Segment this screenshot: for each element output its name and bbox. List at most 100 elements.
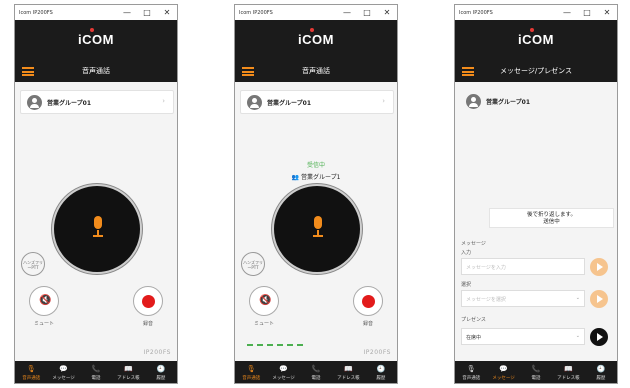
address-book-icon: 📖	[564, 365, 573, 373]
sent-message-notice: 後で折り返します。 送信中	[489, 208, 614, 228]
nav-phone[interactable]: 📞 電話	[520, 361, 552, 383]
bottom-nav: 🎙 音声通話 💬 メッセージ 📞 電話 📖 アドレス帳 🕘 履歴	[15, 361, 177, 383]
message-input[interactable]: メッセージを入力	[461, 258, 585, 275]
minimize-button[interactable]: —	[557, 5, 577, 20]
notice-status: 送信中	[543, 219, 560, 225]
mute-label: ミュート	[33, 321, 54, 327]
chat-bubble-icon: 💬	[59, 365, 68, 373]
window-title: Icom IP200FS	[239, 9, 273, 16]
mute-button[interactable]: 🔇	[29, 286, 59, 316]
close-button[interactable]: ✕	[597, 5, 617, 20]
page-title: 音声通話	[82, 67, 110, 75]
handsfree-ptt-button[interactable]: ハンズフリーPTT	[21, 252, 45, 276]
caller-name: 営業グループ1	[300, 174, 341, 181]
nav-address-book[interactable]: 📖 アドレス帳	[332, 361, 364, 383]
message-select[interactable]: メッセージを選択 ⌄	[461, 290, 585, 307]
record-icon	[362, 295, 375, 308]
page-title: メッセージ/プレゼンス	[499, 67, 573, 75]
bottom-nav: 🎙 音声通話 💬 メッセージ 📞 電話 📖 アドレス帳 🕘 履歴	[235, 361, 397, 383]
title-bar: Icom IP200FS — □ ✕	[455, 5, 617, 20]
presence-select[interactable]: 在席中 ⌄	[461, 328, 585, 345]
ptt-button[interactable]	[52, 184, 142, 274]
group-selector[interactable]: 営業グループ01 ›	[240, 90, 394, 114]
presence-label: プレゼンス	[461, 317, 486, 323]
maximize-button[interactable]: □	[577, 5, 597, 20]
send-input-button[interactable]	[590, 258, 608, 276]
microphone-icon: 🎙	[26, 365, 36, 373]
nav-address-book[interactable]: 📖 アドレス帳	[552, 361, 584, 383]
brand-logo: iCOM	[518, 32, 554, 47]
ptt-button[interactable]	[272, 184, 362, 274]
main-content: 営業グループ01 › 受信中 👥 営業グループ1 ハンズフリーPTT 🔇 ミュー…	[235, 82, 397, 361]
speaker-muted-icon: 🔇	[259, 295, 272, 306]
record-button[interactable]	[353, 286, 383, 316]
mute-label: ミュート	[253, 321, 274, 327]
history-icon: 🕘	[596, 365, 606, 373]
group-name: 営業グループ01	[267, 100, 311, 107]
microphone-icon: 🎙	[246, 365, 256, 373]
address-book-icon: 📖	[344, 365, 353, 373]
chevron-right-icon: ›	[382, 97, 385, 105]
send-select-button[interactable]	[590, 290, 608, 308]
select-placeholder: メッセージを選択	[466, 297, 506, 303]
app-window-voice-idle: Icom IP200FS — □ ✕ iCOM 音声通話 営業グループ01 › …	[14, 4, 178, 384]
chevron-down-icon: ⌄	[575, 295, 580, 301]
nav-history[interactable]: 🕘 履歴	[365, 361, 397, 383]
nav-message[interactable]: 💬 メッセージ	[267, 361, 299, 383]
presence-value: 在席中	[466, 335, 482, 341]
group-name: 営業グループ01	[47, 100, 91, 107]
page-title: 音声通話	[302, 67, 330, 75]
close-button[interactable]: ✕	[377, 5, 397, 20]
model-name: IP200FS	[363, 349, 391, 356]
minimize-button[interactable]: —	[337, 5, 357, 20]
speaker-muted-icon: 🔇	[39, 295, 52, 306]
brand-logo: iCOM	[78, 32, 114, 47]
receiving-status: 受信中	[306, 162, 325, 169]
chevron-right-icon: ›	[162, 97, 165, 105]
header-bar: 音声通話	[235, 62, 397, 82]
nav-address-book[interactable]: 📖 アドレス帳	[112, 361, 144, 383]
title-bar: Icom IP200FS — □ ✕	[235, 5, 397, 20]
nav-voice-call[interactable]: 🎙 音声通話	[455, 361, 487, 383]
microphone-icon	[313, 216, 323, 242]
minimize-button[interactable]: —	[117, 5, 137, 20]
chat-bubble-icon: 💬	[279, 365, 288, 373]
send-presence-button[interactable]	[590, 328, 608, 346]
phone-icon: 📞	[91, 365, 101, 373]
app-window-message-presence: Icom IP200FS — □ ✕ iCOM メッセージ/プレゼンス 営業グル…	[454, 4, 618, 384]
group-avatar-icon	[247, 95, 262, 110]
phone-icon: 📞	[531, 365, 541, 373]
logo-area: iCOM	[15, 20, 177, 62]
handsfree-ptt-button[interactable]: ハンズフリーPTT	[241, 252, 265, 276]
logo-area: iCOM	[235, 20, 397, 62]
maximize-button[interactable]: □	[357, 5, 377, 20]
nav-history[interactable]: 🕘 履歴	[585, 361, 617, 383]
close-button[interactable]: ✕	[157, 5, 177, 20]
maximize-button[interactable]: □	[137, 5, 157, 20]
history-icon: 🕘	[156, 365, 166, 373]
window-title: Icom IP200FS	[459, 9, 493, 16]
group-name: 営業グループ01	[486, 99, 530, 106]
nav-message[interactable]: 💬 メッセージ	[47, 361, 79, 383]
microphone-icon	[93, 216, 103, 242]
main-content: 営業グループ01 › ハンズフリーPTT 🔇 ミュート 録音 IP200FS	[15, 82, 177, 361]
group-selector[interactable]: 営業グループ01 ›	[20, 90, 174, 114]
mute-button[interactable]: 🔇	[249, 286, 279, 316]
record-label: 録音	[142, 321, 153, 327]
nav-message[interactable]: 💬 メッセージ	[487, 361, 519, 383]
nav-voice-call[interactable]: 🎙 音声通話	[15, 361, 47, 383]
history-icon: 🕘	[376, 365, 386, 373]
chat-bubble-icon: 💬	[499, 365, 508, 373]
nav-phone[interactable]: 📞 電話	[300, 361, 332, 383]
nav-voice-call[interactable]: 🎙 音声通話	[235, 361, 267, 383]
header-bar: メッセージ/プレゼンス	[455, 62, 617, 82]
app-window-voice-receiving: Icom IP200FS — □ ✕ iCOM 音声通話 営業グループ01 › …	[234, 4, 398, 384]
record-button[interactable]	[133, 286, 163, 316]
phone-icon: 📞	[311, 365, 321, 373]
nav-phone[interactable]: 📞 電話	[80, 361, 112, 383]
bottom-nav: 🎙 音声通話 💬 メッセージ 📞 電話 📖 アドレス帳 🕘 履歴	[455, 361, 617, 383]
message-section-label: メッセージ	[461, 241, 486, 247]
logo-area: iCOM	[455, 20, 617, 62]
group-selector[interactable]: 営業グループ01	[460, 90, 614, 114]
nav-history[interactable]: 🕘 履歴	[145, 361, 177, 383]
